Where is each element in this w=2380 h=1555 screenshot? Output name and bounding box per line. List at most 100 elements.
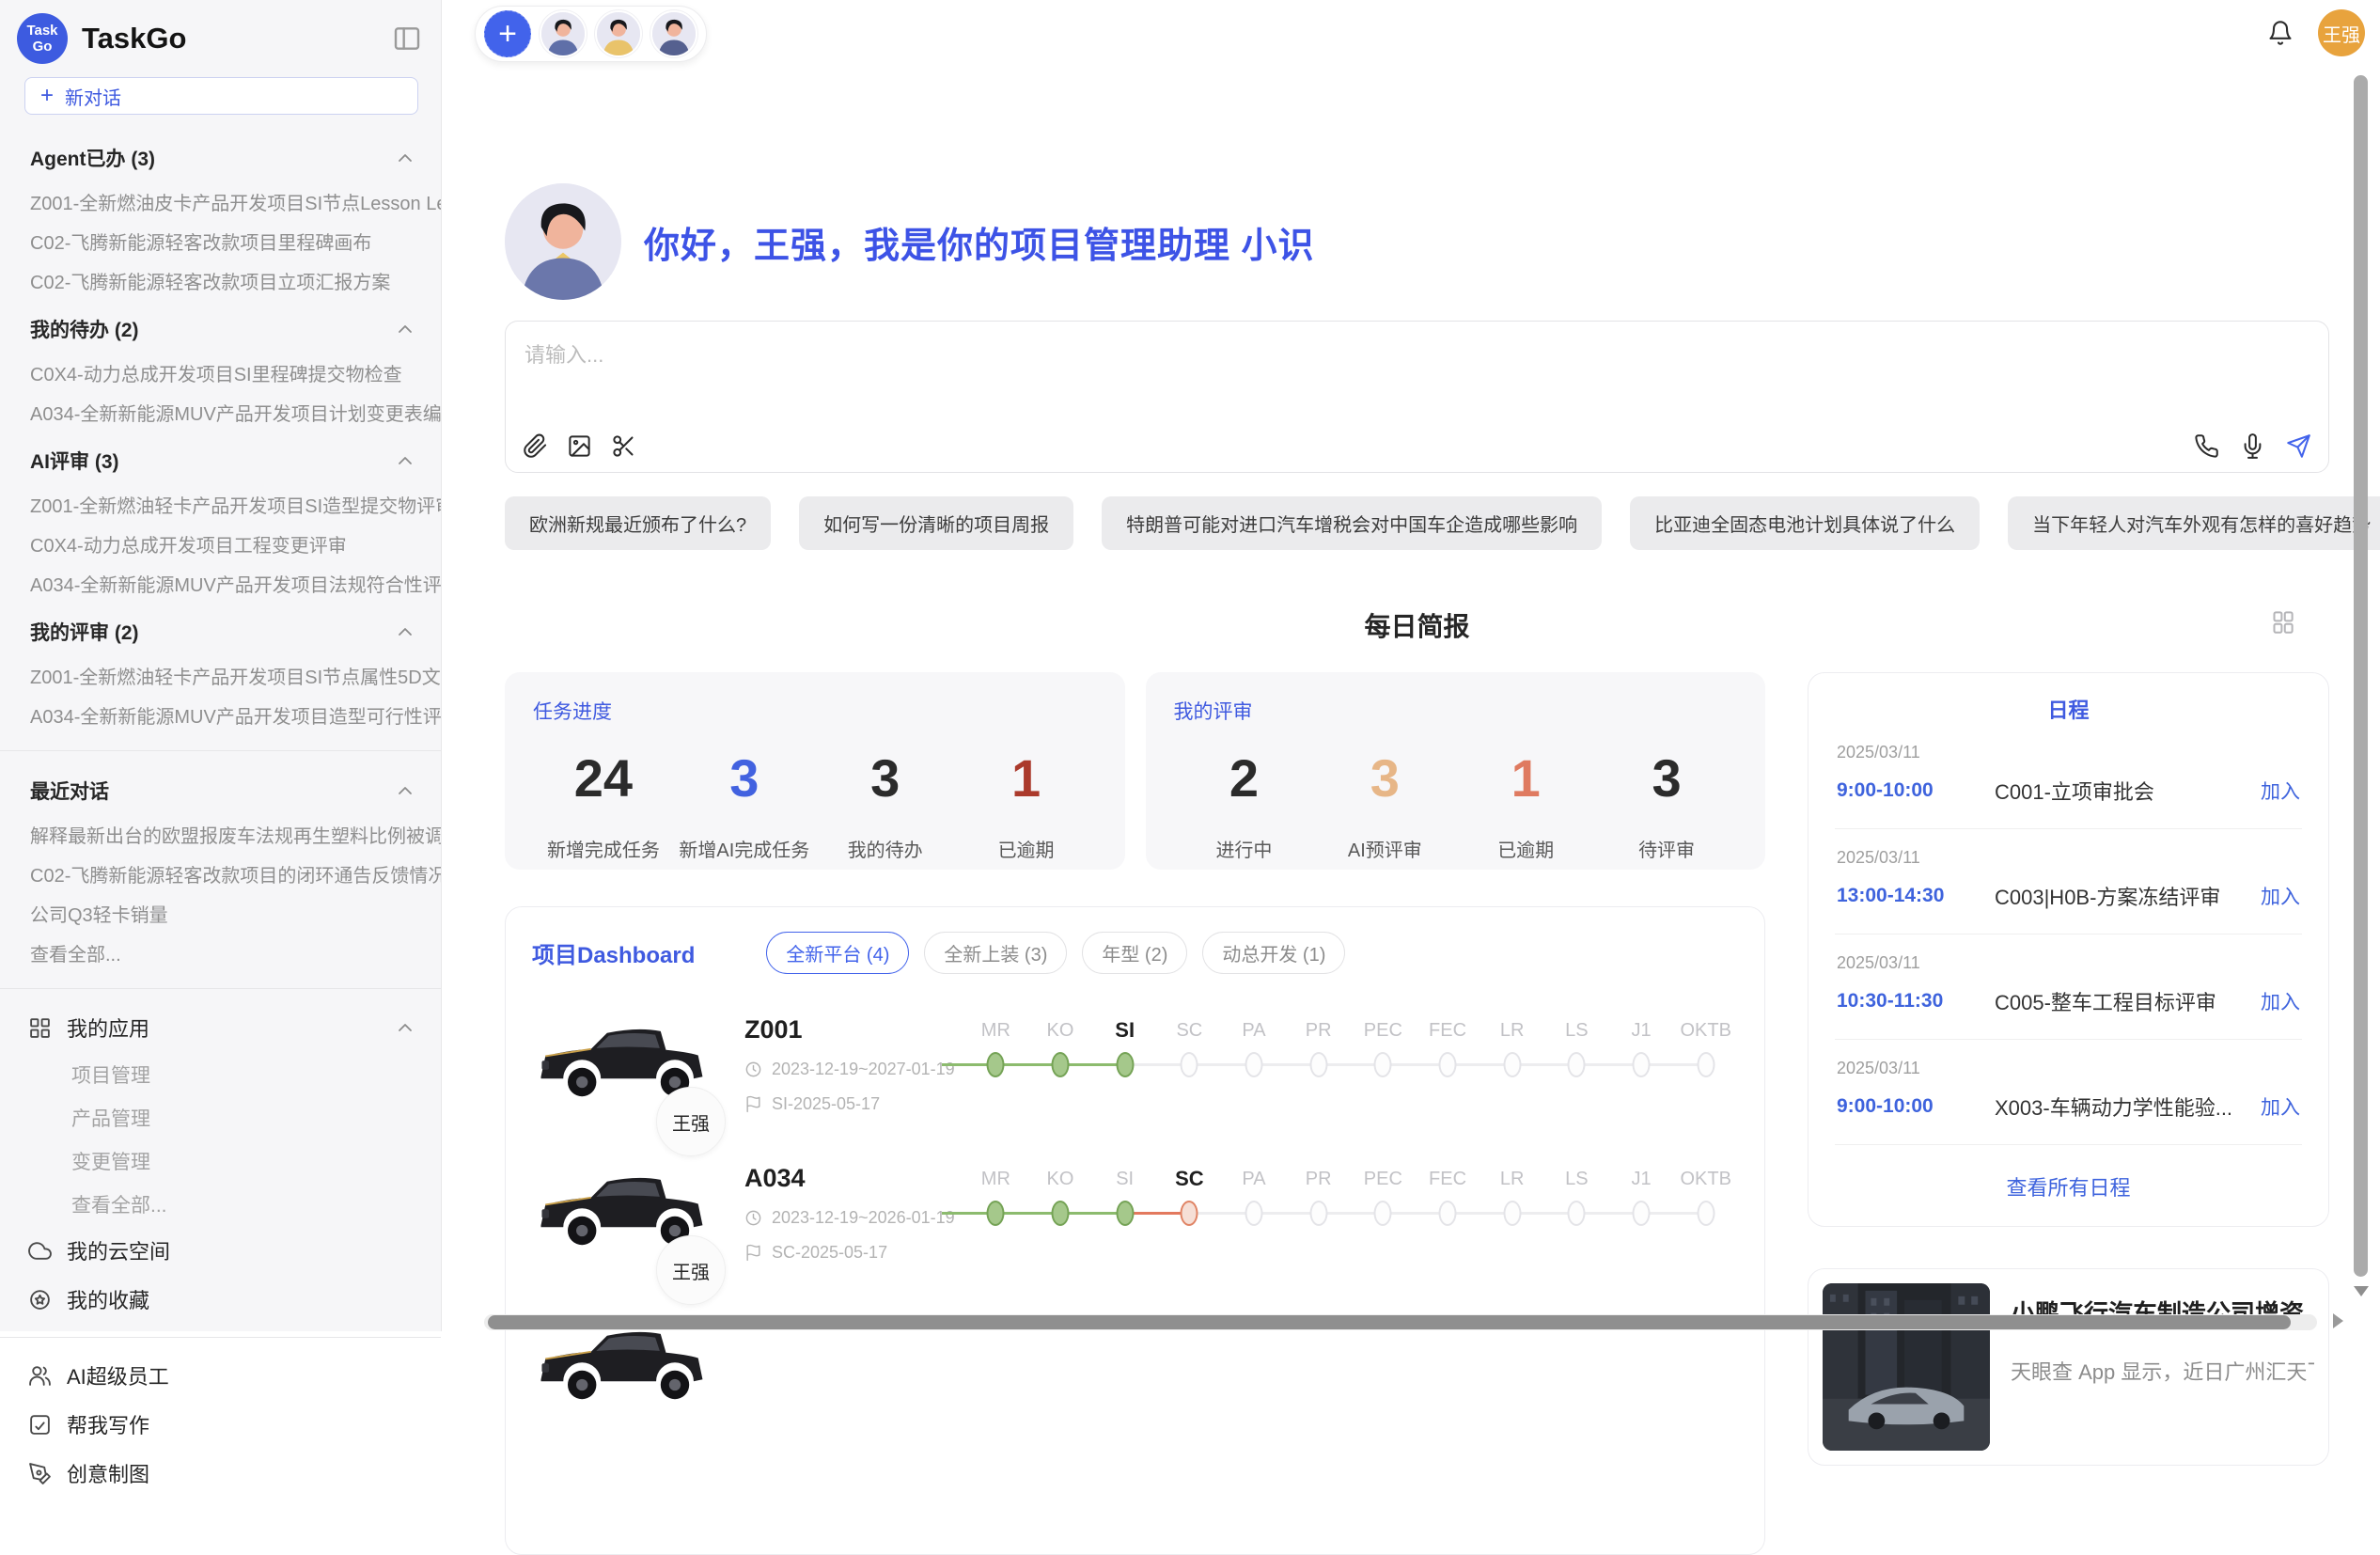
card-title: 任务进度 bbox=[533, 697, 1097, 725]
sidebar-section-header[interactable]: 我的待办 (2) bbox=[0, 303, 441, 355]
sidebar-section-header[interactable]: 我的评审 (2) bbox=[0, 605, 441, 658]
milestone-node bbox=[1439, 1052, 1457, 1077]
collapse-sidebar-icon[interactable] bbox=[392, 24, 422, 54]
dashboard-filter[interactable]: 全新平台 (4) bbox=[766, 932, 909, 974]
phone-icon[interactable] bbox=[2194, 433, 2219, 459]
avatar[interactable] bbox=[650, 10, 697, 57]
schedule-join-link[interactable]: 加入 bbox=[2261, 987, 2300, 1015]
flying-car-photo bbox=[1823, 1283, 1990, 1451]
news-card[interactable]: 小鹏飞行汽车制造公司增资 天眼查 App 显示，近日广州汇天飞行汽 bbox=[1808, 1268, 2329, 1466]
milestone-node bbox=[1052, 1201, 1070, 1226]
sidebar-item-cloud-space[interactable]: 我的云空间 bbox=[0, 1226, 441, 1275]
sidebar-section-items: 解释最新出台的欧盟报废车法规再生塑料比例被调至15%...C02-飞腾新能源轻客… bbox=[0, 817, 441, 975]
milestone-label: PR bbox=[1286, 1162, 1351, 1196]
sidebar-app-item[interactable]: 查看全部... bbox=[0, 1183, 441, 1226]
view-all-schedules-link[interactable]: 查看所有日程 bbox=[1808, 1145, 2328, 1217]
scissors-icon[interactable] bbox=[611, 433, 636, 459]
notification-bell-icon[interactable] bbox=[2267, 20, 2294, 46]
sidebar-item-my-apps[interactable]: 我的应用 bbox=[0, 1002, 441, 1053]
sidebar-tool-pen[interactable]: 创意制图 bbox=[0, 1449, 441, 1498]
project-row[interactable]: 王强 A034 2023-12-19~2026-01-19 SC-2025-05… bbox=[532, 1160, 1738, 1271]
sidebar-item[interactable]: C0X4-动力总成开发项目工程变更评审 bbox=[0, 526, 441, 566]
microphone-icon[interactable] bbox=[2240, 433, 2265, 459]
layout-grid-icon[interactable] bbox=[2270, 609, 2295, 635]
suggestion-chips: 欧洲新规最近颁布了什么? 如何写一份清晰的项目周报特朗普可能对进口汽车增税会对中国… bbox=[505, 496, 2329, 550]
scroll-down-arrow[interactable] bbox=[2354, 1286, 2369, 1296]
sidebar-item[interactable]: A034-全新新能源MUV产品开发项目计划变更表编写 bbox=[0, 395, 441, 434]
schedule-join-link[interactable]: 加入 bbox=[2261, 777, 2300, 805]
sidebar-section-header[interactable]: AI评审 (3) bbox=[0, 434, 441, 487]
new-chat-button[interactable]: + 新对话 bbox=[24, 77, 418, 115]
attachment-icon[interactable] bbox=[523, 433, 548, 459]
sidebar-section-header[interactable]: Agent已办 (3) bbox=[0, 132, 441, 184]
milestone: SC bbox=[1157, 1162, 1222, 1235]
send-icon[interactable] bbox=[2286, 433, 2311, 459]
suggestion-chip[interactable]: 当下年轻人对汽车外观有怎样的喜好趋势 bbox=[2008, 496, 2380, 550]
avatar[interactable] bbox=[540, 10, 587, 57]
vertical-scrollbar-thumb[interactable] bbox=[2354, 75, 2368, 1277]
suggestion-chip[interactable]: 特朗普可能对进口汽车增税会对中国车企造成哪些影响 bbox=[1102, 496, 1602, 550]
project-row[interactable]: 王强 Z001 2023-12-19~2027-01-19 SI-2025-05… bbox=[532, 1012, 1738, 1123]
sidebar-item[interactable]: Z001-全新燃油轻卡产品开发项目SI节点属性5D文件评审 bbox=[0, 658, 441, 698]
sidebar-tool-write[interactable]: 帮我写作 bbox=[0, 1400, 441, 1449]
avatar[interactable] bbox=[595, 10, 642, 57]
chat-input-box[interactable]: 请输入... bbox=[505, 321, 2329, 473]
stat: 3 待评审 bbox=[1596, 751, 1737, 862]
sidebar-app-item[interactable]: 变更管理 bbox=[0, 1139, 441, 1183]
sidebar-item[interactable]: C0X4-动力总成开发项目SI里程碑提交物检查 bbox=[0, 355, 441, 395]
sidebar-section-title: 最近对话 bbox=[30, 777, 109, 805]
scroll-right-arrow[interactable] bbox=[2333, 1313, 2343, 1328]
news-image bbox=[1823, 1283, 1990, 1451]
sidebar-app-item[interactable]: 项目管理 bbox=[0, 1053, 441, 1096]
app-name: TaskGo bbox=[82, 22, 392, 55]
suggestion-chip[interactable]: 如何写一份清晰的项目周报 bbox=[799, 496, 1073, 550]
schedule-date: 2025/03/11 bbox=[1837, 743, 2300, 762]
sidebar-section-title: 我的评审 (2) bbox=[30, 618, 139, 646]
plus-icon: + bbox=[498, 16, 517, 53]
input-placeholder: 请输入... bbox=[525, 338, 603, 369]
milestone-node bbox=[1245, 1201, 1263, 1226]
sidebar-section-header[interactable]: 最近对话 bbox=[0, 764, 441, 817]
milestone-node bbox=[1052, 1052, 1070, 1077]
sidebar-item[interactable]: C02-飞腾新能源轻客改款项目的闭环通告反馈情况 bbox=[0, 856, 441, 896]
sidebar-item[interactable]: 公司Q3轻卡销量 bbox=[0, 896, 441, 935]
sidebar-item[interactable]: 解释最新出台的欧盟报废车法规再生塑料比例被调至15%... bbox=[0, 817, 441, 856]
milestone: KO bbox=[1028, 1013, 1093, 1087]
milestone: LR bbox=[1480, 1013, 1544, 1087]
chevron-up-icon bbox=[394, 147, 416, 169]
stat: 3 AI预评审 bbox=[1314, 751, 1455, 862]
project-dashboard-card: 项目Dashboard 全新平台 (4)全新上装 (3)年型 (2)动总开发 (… bbox=[505, 906, 1765, 1555]
schedule-join-link[interactable]: 加入 bbox=[2261, 882, 2300, 910]
schedule-join-link[interactable]: 加入 bbox=[2261, 1092, 2300, 1121]
chevron-up-icon bbox=[394, 318, 416, 340]
schedule-date: 2025/03/11 bbox=[1837, 848, 2300, 868]
sidebar-item[interactable]: Z001-全新燃油皮卡产品开发项目SI节点Lesson Learn报告 bbox=[0, 184, 441, 224]
sidebar-tool-people[interactable]: AI超级员工 bbox=[0, 1351, 441, 1400]
suggestion-chip[interactable]: 比亚迪全固态电池计划具体说了什么 bbox=[1630, 496, 1980, 550]
suggestion-chip[interactable]: 欧洲新规最近颁布了什么? bbox=[505, 496, 771, 550]
milestone: PA bbox=[1222, 1162, 1287, 1235]
sidebar-app-item[interactable]: 产品管理 bbox=[0, 1096, 441, 1139]
stat-value: 3 bbox=[674, 751, 815, 807]
horizontal-scrollbar-thumb[interactable] bbox=[488, 1315, 2291, 1329]
dashboard-filter[interactable]: 全新上装 (3) bbox=[924, 932, 1067, 974]
sidebar-item-favorites[interactable]: 我的收藏 bbox=[0, 1275, 441, 1324]
sidebar-item[interactable]: A034-全新新能源MUV产品开发项目造型可行性评审 bbox=[0, 698, 441, 737]
dashboard-filter[interactable]: 年型 (2) bbox=[1082, 932, 1187, 974]
milestone-node bbox=[1439, 1201, 1457, 1226]
milestone: PEC bbox=[1351, 1162, 1416, 1235]
milestone-node bbox=[1309, 1201, 1327, 1226]
user-avatar[interactable]: 王强 bbox=[2318, 9, 2365, 56]
sidebar-item[interactable]: C02-飞腾新能源轻客改款项目里程碑画布 bbox=[0, 224, 441, 263]
sidebar-item[interactable]: Z001-全新燃油轻卡产品开发项目SI造型提交物评审 bbox=[0, 487, 441, 526]
add-conversation-button[interactable]: + bbox=[484, 10, 531, 57]
dashboard-filter[interactable]: 动总开发 (1) bbox=[1202, 932, 1345, 974]
image-icon[interactable] bbox=[567, 433, 592, 459]
grid-icon bbox=[28, 1016, 52, 1040]
sidebar-item[interactable]: A034-全新新能源MUV产品开发项目法规符合性评审 bbox=[0, 566, 441, 605]
milestone: SI bbox=[1092, 1162, 1157, 1235]
briefing-title: 每日简报 bbox=[1364, 606, 1469, 644]
project-info: Z001 2023-12-19~2027-01-19 SI-2025-05-17 bbox=[744, 1012, 956, 1114]
sidebar-item[interactable]: C02-飞腾新能源轻客改款项目立项汇报方案 bbox=[0, 263, 441, 303]
sidebar-item[interactable]: 查看全部... bbox=[0, 935, 441, 975]
